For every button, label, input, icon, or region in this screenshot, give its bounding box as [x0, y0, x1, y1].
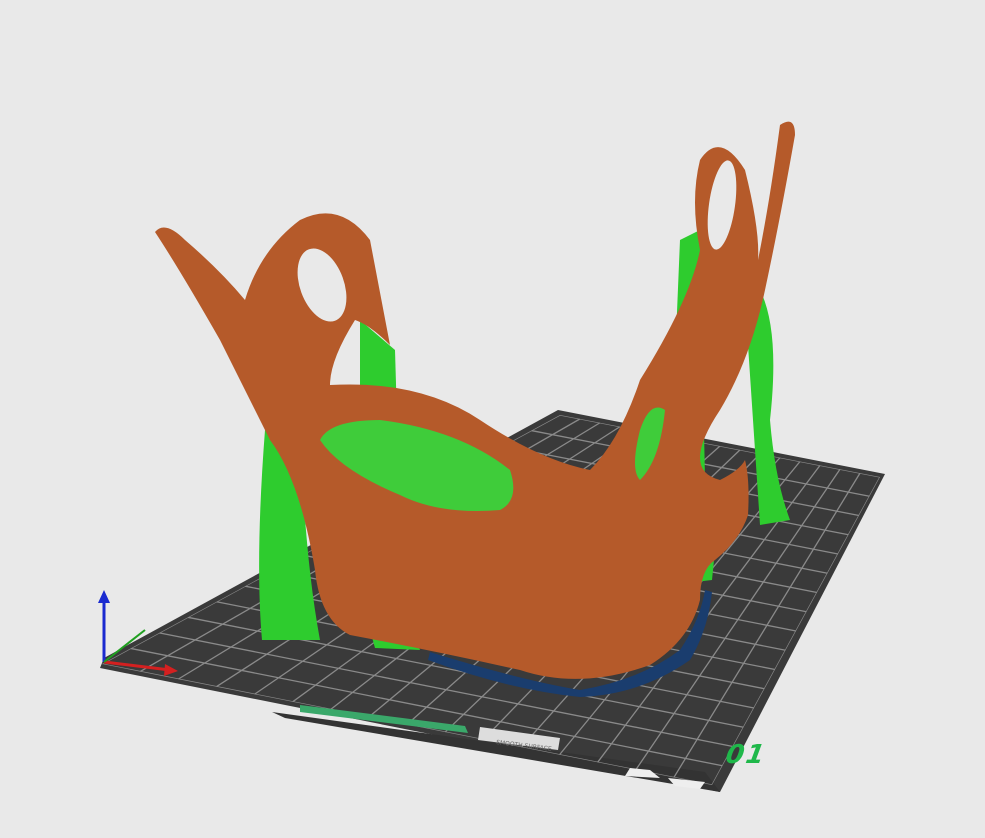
- 3d-viewport[interactable]: SMOOTH SURFACE 01: [0, 0, 985, 838]
- scene[interactable]: SMOOTH SURFACE: [0, 0, 985, 838]
- plate-number[interactable]: 01: [723, 740, 768, 770]
